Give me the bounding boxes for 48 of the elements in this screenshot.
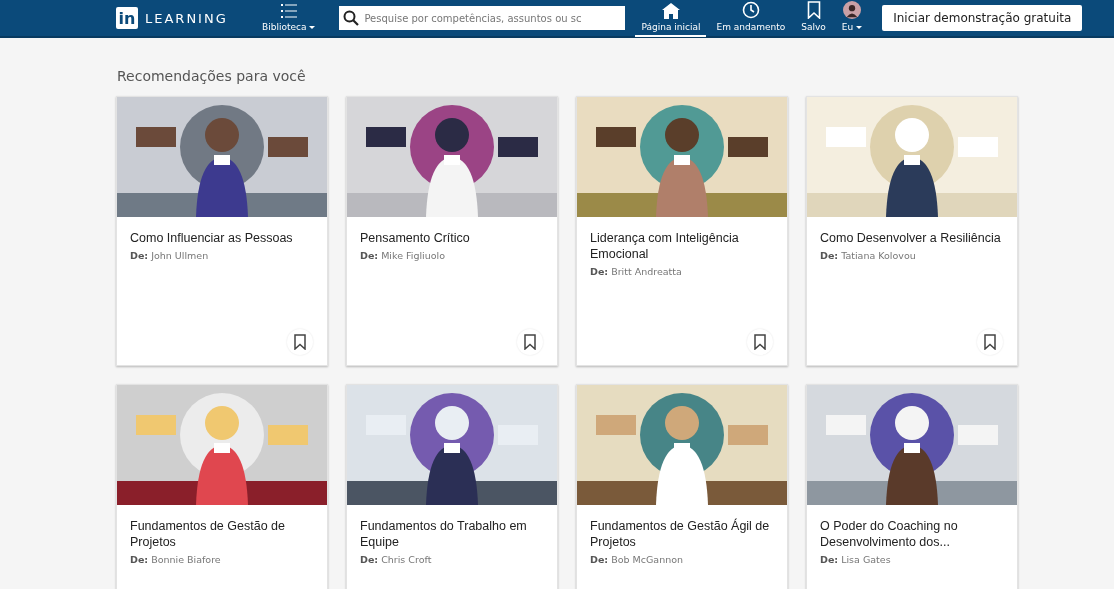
course-card[interactable]: Fundamentos de Gestão Ágil de Projetos De: Bob McGannon [576,384,788,589]
home-icon [661,3,680,19]
course-title[interactable]: O Poder do Coaching no Desenvolvimento dos... [820,518,1004,550]
nav-item[interactable]: Salvo [795,0,832,37]
course-author: De: Lisa Gates [820,554,892,565]
course-author: De: Bob McGannon [590,554,685,565]
course-author: De: Tatiana Kolovou [820,250,917,261]
bookmark-icon [754,334,766,350]
course-title[interactable]: Fundamentos de Gestão Ágil de Projetos [590,518,774,550]
nav-item[interactable]: Em andamento [710,0,792,37]
course-author: De: Bonnie Biafore [130,554,222,565]
bookmark-icon [984,334,996,350]
course-title[interactable]: Fundamentos do Trabalho em Equipe [360,518,544,550]
bookmark-button[interactable] [517,329,543,355]
bookmark-icon [524,334,536,350]
course-author: De: Chris Croft [360,554,433,565]
nav-item[interactable]: Eu [835,0,869,37]
logo-badge[interactable]: in [116,7,138,29]
search-icon [343,10,360,26]
avatar-icon [842,1,862,19]
course-card[interactable]: Como Desenvolver a Resiliência De: Tatiana Kolovou [806,96,1018,366]
course-title[interactable]: Fundamentos de Gestão de Projetos [130,518,314,550]
course-card[interactable]: Fundamentos de Gestão de Projetos De: Bonnie Biafore [116,384,328,589]
bookmark-button[interactable] [287,329,313,355]
bookmark-button[interactable] [747,329,773,355]
course-author: De: Mike Figliuolo [360,250,447,261]
course-title[interactable]: Liderança com Inteligência Emocional [590,230,774,262]
bookmark-button[interactable] [977,329,1003,355]
course-card[interactable]: O Poder do Coaching no Desenvolvimento dos... De: Lisa Gates [806,384,1018,589]
course-card[interactable]: Pensamento Crítico De: Mike Figliuolo [346,96,558,366]
section-title: Recomendações para você [117,68,307,84]
free-trial-button[interactable]: Iniciar demonstração gratuita [882,5,1083,31]
search-field[interactable]: Pesquise por competências, assuntos ou sc [339,6,626,30]
course-title[interactable]: Como Desenvolver a Resiliência [820,230,1004,246]
course-author: De: John Ullmen [130,250,210,261]
course-card[interactable]: Liderança com Inteligência Emocional De: Britt Andreatta [576,96,788,366]
course-card[interactable]: Como Influenciar as Pessoas De: John Ullmen [116,96,328,366]
course-card[interactable]: Fundamentos do Trabalho em Equipe De: Chris Croft [346,384,558,589]
logo-text[interactable]: LEARNING [145,10,228,26]
course-author: De: Britt Andreatta [590,266,683,277]
course-title[interactable]: Como Influenciar as Pessoas [130,230,314,246]
bookmark-icon [294,334,306,350]
bookmark-icon [806,1,821,19]
list-icon [279,3,298,19]
clock-icon [741,1,760,19]
nav-item[interactable]: Biblioteca [256,0,322,37]
nav-item[interactable]: Página inicial [635,0,707,37]
course-title[interactable]: Pensamento Crítico [360,230,544,246]
